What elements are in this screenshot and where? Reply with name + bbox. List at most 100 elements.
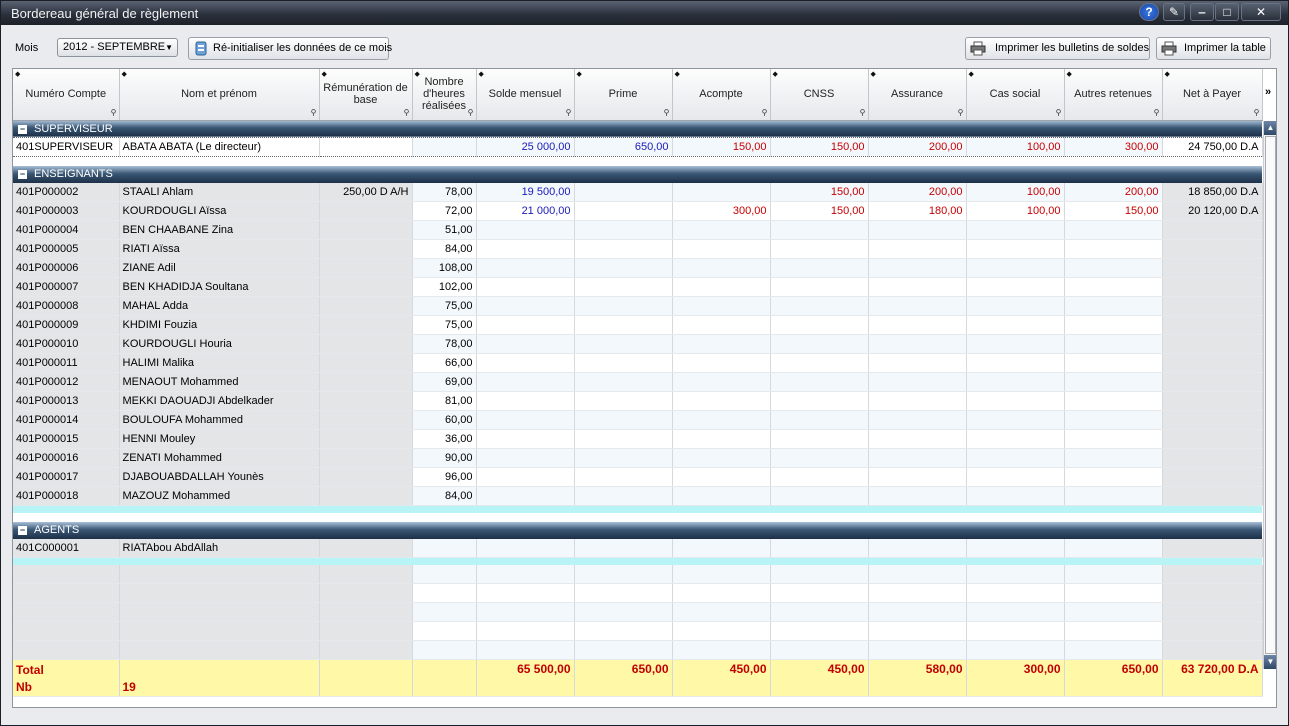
filter-icon[interactable]: ⚲: [1056, 107, 1062, 119]
table-cell[interactable]: 84,00: [412, 239, 477, 259]
sort-icon[interactable]: ◆: [1165, 69, 1170, 81]
table-cell[interactable]: [770, 372, 869, 392]
table-cell[interactable]: [1064, 467, 1163, 487]
table-cell[interactable]: 60,00: [412, 410, 477, 430]
table-cell[interactable]: 100,00: [966, 182, 1065, 202]
table-cell[interactable]: 401SUPERVISEUR: [13, 137, 120, 157]
table-cell[interactable]: [770, 353, 869, 373]
table-cell[interactable]: 401P000018: [13, 486, 120, 506]
table-row[interactable]: 401C000001 RIATAbou AbdAllah: [13, 538, 1263, 558]
column-header[interactable]: ◆ Cas social ⚲: [966, 69, 1065, 121]
table-cell[interactable]: [13, 564, 120, 584]
table-row[interactable]: 401P000005 RIATI Aïssa 84,00: [13, 239, 1263, 259]
table-cell[interactable]: 401P000017: [13, 467, 120, 487]
table-cell[interactable]: [119, 640, 320, 660]
table-cell[interactable]: [868, 315, 967, 335]
table-cell[interactable]: 20 120,00 D.A: [1162, 201, 1263, 221]
column-header[interactable]: ◆ Assurance ⚲: [868, 69, 967, 121]
filter-icon[interactable]: ⚲: [111, 107, 117, 119]
table-cell[interactable]: [672, 239, 771, 259]
table-cell[interactable]: [1064, 621, 1163, 641]
table-cell[interactable]: [966, 239, 1065, 259]
table-cell[interactable]: [770, 258, 869, 278]
table-cell[interactable]: [412, 137, 477, 157]
table-cell[interactable]: [770, 564, 869, 584]
table-cell[interactable]: 401P000010: [13, 334, 120, 354]
table-cell[interactable]: [1064, 429, 1163, 449]
table-cell[interactable]: 401P000014: [13, 410, 120, 430]
table-cell[interactable]: [1064, 353, 1163, 373]
table-cell[interactable]: [1064, 564, 1163, 584]
sort-icon[interactable]: ◆: [415, 69, 420, 81]
column-header[interactable]: ◆ CNSS ⚲: [770, 69, 869, 121]
table-cell[interactable]: [672, 621, 771, 641]
table-cell[interactable]: 401P000003: [13, 201, 120, 221]
table-cell[interactable]: KHDIMI Fouzia: [119, 315, 320, 335]
table-cell[interactable]: DJABOUABDALLAH Younès: [119, 467, 320, 487]
table-cell[interactable]: [574, 182, 673, 202]
table-cell[interactable]: 401P000013: [13, 391, 120, 411]
table-cell[interactable]: [1162, 486, 1263, 506]
table-row[interactable]: 401P000010 KOURDOUGLI Houria 78,00: [13, 334, 1263, 354]
group-header[interactable]: − ENSEIGNANTS: [13, 165, 1262, 183]
table-row[interactable]: 401P000014 BOULOUFA Mohammed 60,00: [13, 410, 1263, 430]
table-cell[interactable]: [770, 429, 869, 449]
vertical-scrollbar[interactable]: ▲ ▼: [1263, 121, 1276, 669]
empty-row[interactable]: [13, 621, 1263, 641]
table-cell[interactable]: [966, 391, 1065, 411]
table-cell[interactable]: [574, 583, 673, 603]
table-row[interactable]: 401P000018 MAZOUZ Mohammed 84,00: [13, 486, 1263, 506]
table-cell[interactable]: 300,00: [672, 201, 771, 221]
table-row[interactable]: 401SUPERVISEUR ABATA ABATA (Le directeur)…: [13, 137, 1263, 157]
empty-row[interactable]: [13, 564, 1263, 584]
filter-icon[interactable]: ⚲: [664, 107, 670, 119]
print-bulletins-button[interactable]: Imprimer les bulletins de soldes: [965, 37, 1150, 60]
filter-icon[interactable]: ⚲: [762, 107, 768, 119]
table-cell[interactable]: [1064, 334, 1163, 354]
table-cell[interactable]: [966, 602, 1065, 622]
table-cell[interactable]: [770, 296, 869, 316]
table-row[interactable]: 401P000002 STAALI Ahlam 250,00 D A/H 78,00 1…: [13, 182, 1263, 202]
table-cell[interactable]: 150,00: [672, 137, 771, 157]
table-cell[interactable]: 200,00: [868, 182, 967, 202]
table-cell[interactable]: [476, 277, 575, 297]
empty-row[interactable]: [13, 640, 1263, 660]
table-cell[interactable]: 100,00: [966, 201, 1065, 221]
table-cell[interactable]: [319, 334, 413, 354]
table-cell[interactable]: [966, 583, 1065, 603]
table-cell[interactable]: MAHAL Adda: [119, 296, 320, 316]
table-cell[interactable]: 150,00: [770, 137, 869, 157]
table-cell[interactable]: 78,00: [412, 182, 477, 202]
table-cell[interactable]: [319, 137, 413, 157]
table-cell[interactable]: BOULOUFA Mohammed: [119, 410, 320, 430]
table-cell[interactable]: MAZOUZ Mohammed: [119, 486, 320, 506]
table-cell[interactable]: [868, 353, 967, 373]
table-cell[interactable]: 84,00: [412, 486, 477, 506]
table-cell[interactable]: BEN CHAABANE Zina: [119, 220, 320, 240]
table-cell[interactable]: 150,00: [770, 182, 869, 202]
table-cell[interactable]: [1064, 448, 1163, 468]
table-cell[interactable]: [770, 538, 869, 558]
scroll-thumb[interactable]: [1265, 136, 1276, 654]
table-row[interactable]: 401P000013 MEKKI DAOUADJI Abdelkader 81,00: [13, 391, 1263, 411]
table-cell[interactable]: [1162, 448, 1263, 468]
filter-icon[interactable]: ⚲: [1254, 107, 1260, 119]
table-cell[interactable]: [319, 602, 413, 622]
table-cell[interactable]: [770, 467, 869, 487]
table-cell[interactable]: [319, 538, 413, 558]
table-cell[interactable]: [476, 448, 575, 468]
table-cell[interactable]: [13, 621, 120, 641]
table-cell[interactable]: [868, 486, 967, 506]
table-cell[interactable]: [476, 621, 575, 641]
table-cell[interactable]: [476, 640, 575, 660]
table-cell[interactable]: [672, 467, 771, 487]
table-cell[interactable]: HALIMI Malika: [119, 353, 320, 373]
print-table-button[interactable]: Imprimer la table: [1156, 37, 1271, 60]
table-cell[interactable]: [868, 258, 967, 278]
column-header[interactable]: ◆ Net à Payer ⚲: [1162, 69, 1263, 121]
table-cell[interactable]: 401P000016: [13, 448, 120, 468]
table-cell[interactable]: [574, 296, 673, 316]
column-header[interactable]: ◆ Nom et prénom ⚲: [119, 69, 320, 121]
sort-icon[interactable]: ◆: [675, 69, 680, 81]
table-cell[interactable]: [1162, 277, 1263, 297]
